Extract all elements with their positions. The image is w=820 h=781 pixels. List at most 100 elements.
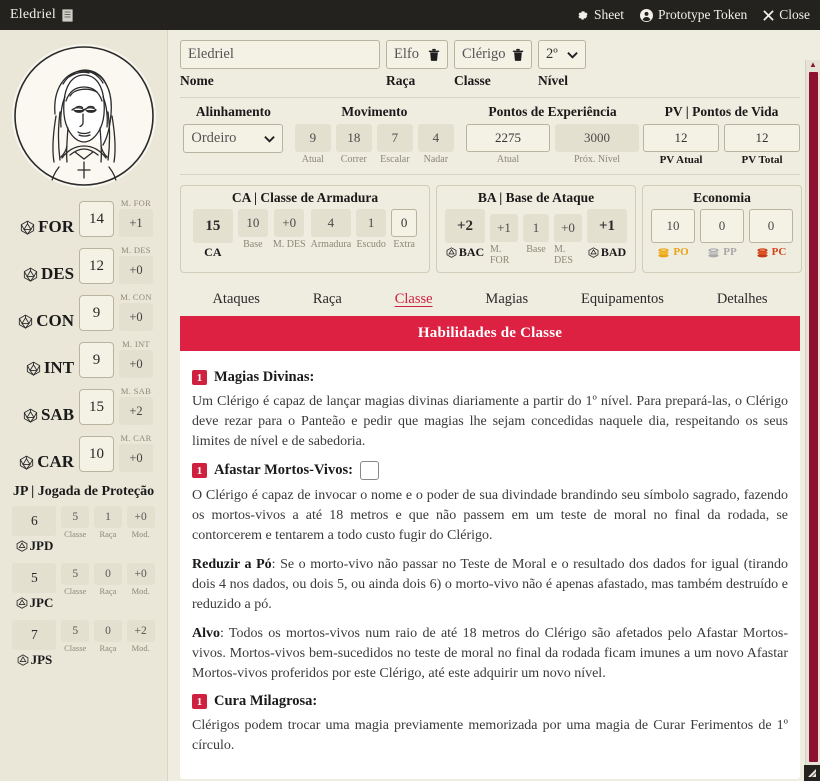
level-badge: 1 bbox=[192, 694, 207, 710]
movement-value: 18 bbox=[335, 124, 372, 152]
close-button[interactable]: Close bbox=[763, 7, 810, 23]
tab-raca[interactable]: Raça bbox=[309, 289, 346, 310]
window-resize-handle[interactable] bbox=[804, 765, 820, 781]
saving-throws: 6 JPD 5 Classe 1 Raça +0 Mod. 5 JPC 5 Cl… bbox=[0, 506, 167, 668]
ability-row-con: CON 9 M. CON +0 bbox=[0, 292, 167, 331]
bac-caption-row[interactable]: BAC bbox=[446, 245, 484, 260]
portrait-container bbox=[0, 38, 167, 198]
movement-caption: Nadar bbox=[423, 154, 449, 165]
paragraph-lead: Alvo bbox=[192, 626, 220, 642]
save-classe-value: 5 bbox=[61, 620, 90, 642]
armor-base-value: 10 bbox=[237, 209, 268, 237]
base-attack-title: BA | Base de Ataque bbox=[477, 190, 595, 205]
ability-label-int[interactable]: INT bbox=[12, 358, 74, 378]
ability-score-input[interactable]: 12 bbox=[79, 248, 114, 284]
ability-label-des[interactable]: DES bbox=[12, 264, 74, 284]
ability-mod-group: M. DES +0 bbox=[119, 245, 153, 284]
pp-input[interactable]: 0 bbox=[700, 209, 744, 243]
xp-cell-next: 3000 Próx. Nível bbox=[555, 124, 639, 165]
save-mod: +0 Mod. bbox=[126, 506, 155, 539]
hp-total-input[interactable]: 12 bbox=[724, 124, 801, 152]
trash-icon[interactable] bbox=[512, 48, 524, 61]
tab-classe[interactable]: Classe bbox=[391, 289, 437, 310]
movement-value: 9 bbox=[294, 124, 331, 152]
titlebar-actions: Sheet Prototype Token Close bbox=[576, 7, 810, 23]
ability-mod-group: M. INT +0 bbox=[119, 339, 153, 378]
armor-class-title: CA | Classe de Armadura bbox=[231, 190, 379, 205]
scroll-up-arrow[interactable]: ▲ bbox=[806, 60, 820, 70]
save-name-jps[interactable]: JPS bbox=[17, 652, 53, 668]
armor-cell-escudo: 1 Escudo bbox=[356, 209, 387, 250]
document-icon bbox=[61, 8, 73, 22]
section-banner: Habilidades de Classe bbox=[180, 316, 800, 351]
name-field-group: Eledriel Nome bbox=[180, 40, 380, 89]
armor-class-value: 15 bbox=[192, 209, 233, 243]
ability-score-input[interactable]: 10 bbox=[79, 436, 114, 472]
movement-title: Movimento bbox=[341, 104, 408, 119]
armor-class-panel: CA | Classe de Armadura 15 CA 10 Base +0 bbox=[180, 185, 430, 273]
attack-base-value: 1 bbox=[523, 214, 549, 242]
tab-magias[interactable]: Magias bbox=[481, 289, 532, 310]
po-input[interactable]: 10 bbox=[651, 209, 695, 243]
feature-header: 1 Magias Divinas: bbox=[192, 369, 788, 386]
hitpoints-title: PV | Pontos de Vida bbox=[664, 104, 779, 119]
sheet-button[interactable]: Sheet bbox=[576, 7, 624, 23]
save-label: JPD bbox=[29, 538, 54, 553]
feature-checkbox[interactable] bbox=[359, 461, 379, 481]
name-input[interactable]: Eledriel bbox=[180, 40, 380, 69]
bad-value: +1 bbox=[587, 209, 627, 243]
experience-cells: 2275 Atual 3000 Próx. Nível bbox=[466, 124, 639, 165]
save-label: JPS bbox=[30, 652, 53, 667]
bac-caption: BAC bbox=[458, 245, 485, 259]
pc-input[interactable]: 0 bbox=[749, 209, 793, 243]
saving-throw-row-jpd: 6 JPD 5 Classe 1 Raça +0 Mod. bbox=[0, 506, 167, 554]
avatar[interactable] bbox=[12, 44, 156, 188]
prototype-token-button[interactable]: Prototype Token bbox=[640, 7, 747, 23]
pc-caption-row: PC bbox=[756, 246, 787, 258]
save-total: 5 bbox=[12, 563, 57, 593]
level-select[interactable]: 2º bbox=[538, 40, 586, 69]
tab-equipamentos[interactable]: Equipamentos bbox=[577, 289, 668, 310]
ability-mod-value: +0 bbox=[119, 303, 153, 331]
movement-caption: Atual bbox=[301, 154, 324, 165]
class-caption: Classe bbox=[454, 73, 491, 88]
ability-label-sab[interactable]: SAB bbox=[12, 405, 74, 425]
race-input[interactable]: Elfo bbox=[386, 40, 448, 69]
scrollbar-thumb[interactable] bbox=[809, 72, 818, 762]
xp-current-input[interactable]: 2275 bbox=[466, 124, 550, 152]
ability-mod-value: +2 bbox=[119, 397, 153, 425]
tab-detalhes[interactable]: Detalhes bbox=[713, 289, 772, 310]
hp-current-input[interactable]: 12 bbox=[643, 124, 720, 152]
save-total: 7 bbox=[12, 620, 57, 650]
ability-score-input[interactable]: 9 bbox=[79, 342, 114, 378]
ability-label-car[interactable]: CAR bbox=[12, 452, 74, 472]
armor-base-caption: Base bbox=[243, 239, 263, 250]
save-name-jpd[interactable]: JPD bbox=[16, 538, 54, 554]
ability-scores: FOR 14 M. FOR +1 DES 12 M. DES +0 CON 9 … bbox=[0, 198, 167, 472]
class-input[interactable]: Clérigo bbox=[454, 40, 532, 69]
vertical-scrollbar[interactable]: ▲ bbox=[805, 60, 820, 781]
experience-title: Pontos de Experiência bbox=[488, 104, 617, 119]
ability-score-input[interactable]: 9 bbox=[79, 295, 114, 331]
ability-score-input[interactable]: 14 bbox=[79, 201, 114, 237]
save-name-jpc[interactable]: JPC bbox=[16, 595, 53, 611]
armor-extra-input[interactable]: 0 bbox=[391, 209, 418, 237]
ability-score-input[interactable]: 15 bbox=[79, 389, 114, 425]
bad-caption-row[interactable]: BAD bbox=[588, 245, 626, 260]
alignment-group: Alinhamento Ordeiro bbox=[180, 104, 287, 153]
pc-caption: PC bbox=[771, 246, 787, 258]
coin-cell-pp: 0 PP bbox=[700, 209, 744, 258]
class-value: Clérigo bbox=[462, 46, 506, 62]
movement-cell-escalar: 7 Escalar bbox=[376, 124, 413, 165]
ability-label-con[interactable]: CON bbox=[12, 311, 74, 331]
alignment-value: Ordeiro bbox=[191, 130, 237, 146]
tab-ataques[interactable]: Ataques bbox=[208, 289, 264, 310]
level-caption: Nível bbox=[538, 73, 568, 88]
armor-mdes-caption: M. DES bbox=[272, 239, 306, 250]
level-value: 2º bbox=[546, 46, 558, 62]
trash-icon[interactable] bbox=[428, 48, 440, 61]
alignment-select[interactable]: Ordeiro bbox=[183, 124, 284, 153]
hp-total-caption: PV Total bbox=[741, 154, 783, 166]
divider-1 bbox=[180, 97, 800, 98]
ability-label-for[interactable]: FOR bbox=[12, 217, 74, 237]
